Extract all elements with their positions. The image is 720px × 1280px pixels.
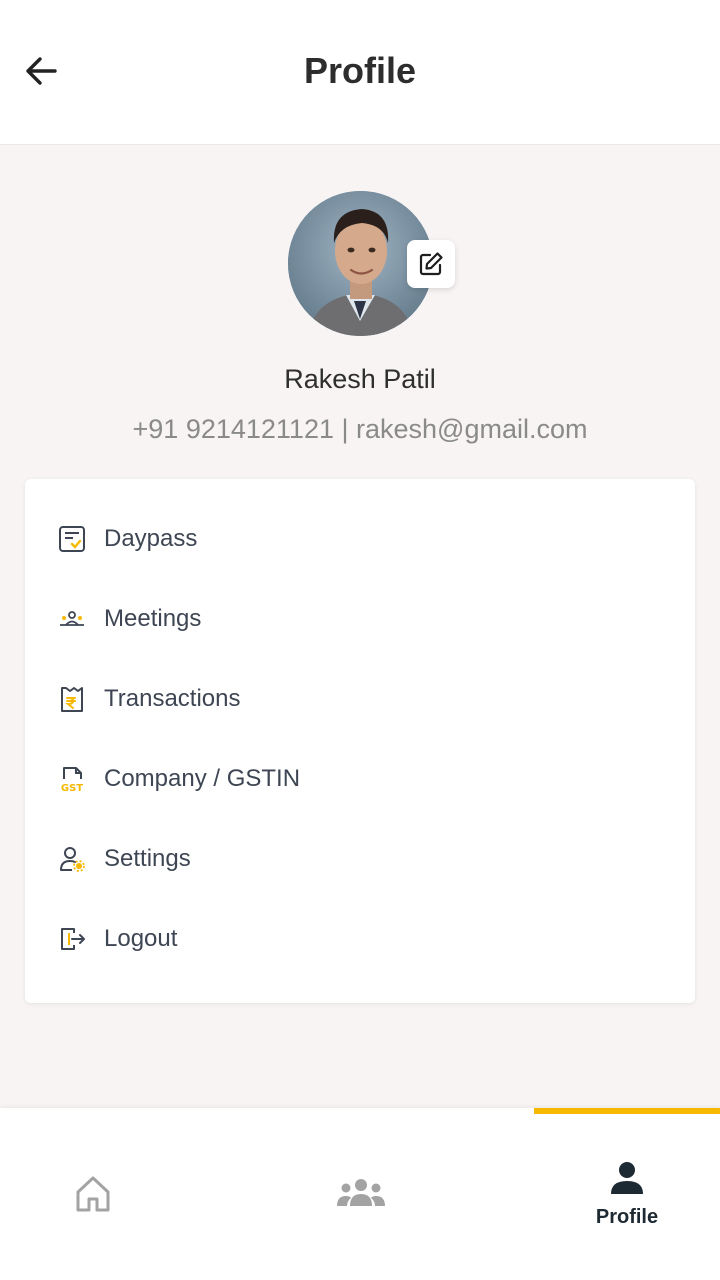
user-contact: +91 9214121121 | rakesh@gmail.com — [132, 414, 588, 444]
app-header: Profile — [0, 0, 720, 145]
profile-icon — [611, 1161, 643, 1194]
menu-item-daypass[interactable]: Daypass — [25, 499, 695, 579]
nav-profile-label: Profile — [595, 1205, 659, 1228]
menu-item-label: Meetings — [104, 605, 202, 632]
edit-profile-button[interactable] — [407, 240, 455, 288]
menu-item-label: Transactions — [104, 685, 241, 712]
home-icon — [76, 1176, 110, 1212]
settings-user-icon — [57, 844, 87, 874]
logout-icon — [57, 924, 87, 954]
profile-menu: Daypass Meetings Transactions GST Compan… — [25, 479, 695, 1003]
nav-community[interactable] — [268, 1108, 454, 1280]
menu-item-settings[interactable]: Settings — [25, 819, 695, 899]
menu-item-transactions[interactable]: Transactions — [25, 659, 695, 739]
gst-icon: GST — [57, 764, 87, 794]
community-icon — [337, 1179, 385, 1206]
meetings-icon — [57, 604, 87, 634]
menu-item-logout[interactable]: Logout — [25, 899, 695, 979]
menu-item-label: Settings — [104, 845, 191, 872]
menu-item-meetings[interactable]: Meetings — [25, 579, 695, 659]
menu-item-company-gstin[interactable]: GST Company / GSTIN — [25, 739, 695, 819]
transactions-icon — [57, 684, 87, 714]
avatar-container — [288, 191, 455, 336]
nav-home[interactable] — [0, 1108, 186, 1280]
page-title: Profile — [303, 50, 417, 91]
menu-item-label: Logout — [104, 925, 178, 952]
bottom-navigation: Profile — [0, 1108, 720, 1280]
edit-icon — [419, 252, 443, 276]
daypass-icon — [57, 524, 87, 554]
menu-item-label: Company / GSTIN — [104, 765, 301, 792]
user-name: Rakesh Patil — [284, 364, 436, 394]
menu-item-label: Daypass — [104, 525, 198, 552]
svg-text:GST: GST — [61, 783, 83, 793]
nav-profile[interactable]: Profile — [534, 1108, 720, 1280]
